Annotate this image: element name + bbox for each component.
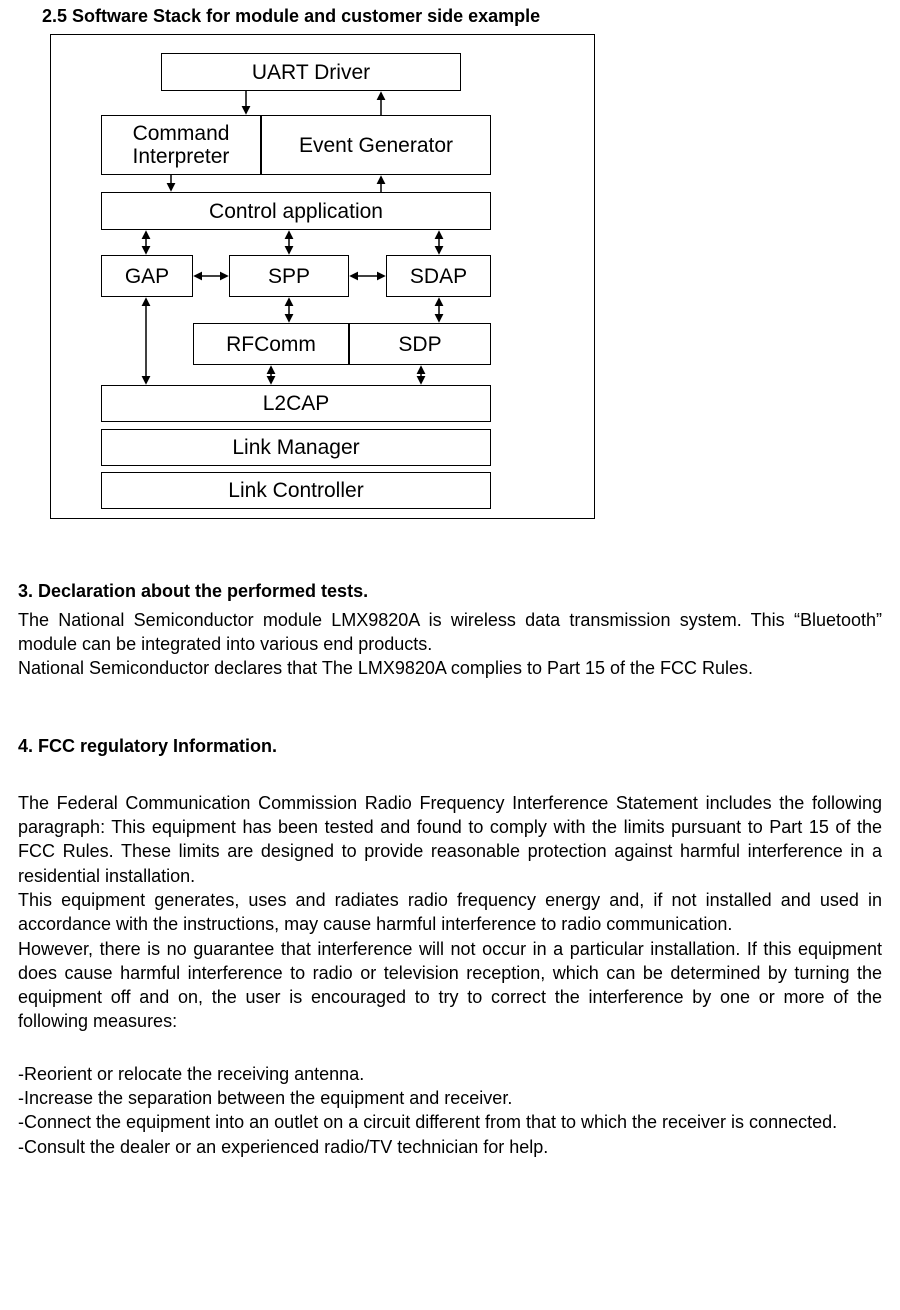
box-l2cap: L2CAP: [101, 385, 491, 422]
section3-paragraph-1: The National Semiconductor module LMX982…: [18, 608, 882, 657]
box-link-controller: Link Controller: [101, 472, 491, 509]
section4-bullet-4: -Consult the dealer or an experienced ra…: [18, 1135, 882, 1159]
section4-bullet-3: -Connect the equipment into an outlet on…: [18, 1110, 882, 1134]
section3-paragraph-2: National Semiconductor declares that The…: [18, 656, 882, 680]
software-stack-diagram: UART Driver Command Interpreter Event Ge…: [50, 34, 595, 519]
section4-paragraph-1: The Federal Communication Commission Rad…: [18, 791, 882, 888]
box-event-generator: Event Generator: [261, 115, 491, 175]
heading-3: 3. Declaration about the performed tests…: [18, 579, 882, 603]
section4-bullet-2: -Increase the separation between the equ…: [18, 1086, 882, 1110]
box-sdp: SDP: [349, 323, 491, 365]
box-control-application: Control application: [101, 192, 491, 230]
heading-4: 4. FCC regulatory Information.: [18, 734, 882, 758]
box-command-interpreter: Command Interpreter: [101, 115, 261, 175]
box-rfcomm: RFComm: [193, 323, 349, 365]
box-gap: GAP: [101, 255, 193, 297]
box-link-manager: Link Manager: [101, 429, 491, 466]
heading-2-5: 2.5 Software Stack for module and custom…: [42, 4, 882, 28]
section4-paragraph-2: This equipment generates, uses and radia…: [18, 888, 882, 937]
section4-bullet-1: -Reorient or relocate the receiving ante…: [18, 1062, 882, 1086]
section4-paragraph-3: However, there is no guarantee that inte…: [18, 937, 882, 1034]
box-uart-driver: UART Driver: [161, 53, 461, 91]
box-sdap: SDAP: [386, 255, 491, 297]
box-spp: SPP: [229, 255, 349, 297]
